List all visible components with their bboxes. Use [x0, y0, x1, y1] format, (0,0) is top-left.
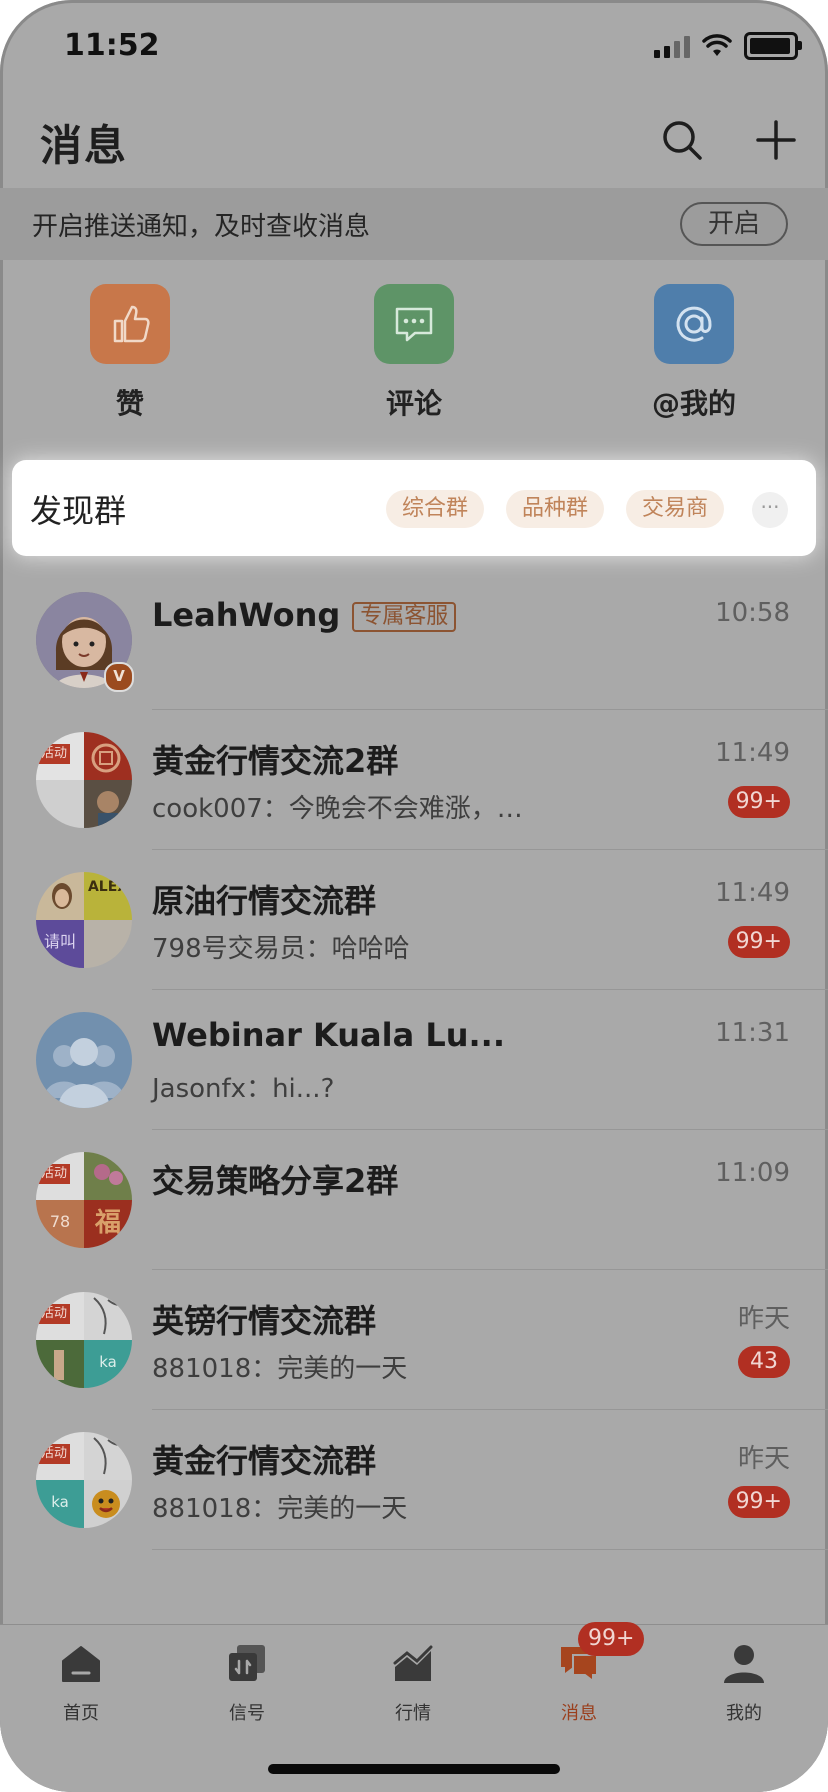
tab-market-label: 行情 [395, 1703, 431, 1724]
discover-groups-title: 发现群 [30, 492, 127, 530]
group-avatar: 活动 ka [36, 1432, 132, 1528]
group-default-avatar-icon [36, 1012, 132, 1108]
conversation-preview: 881018：完美的一天 [152, 1494, 408, 1524]
group-avatar: ALEX 请叫 [36, 872, 132, 968]
conversation-row[interactable]: Webinar Kuala Lu... Jasonfx：hi...? 11:31 [0, 990, 828, 1130]
chip-general-group[interactable]: 综合群 [386, 490, 485, 528]
profile-icon [724, 1645, 764, 1683]
tab-signal-label: 信号 [229, 1703, 265, 1724]
likes-label: 赞 [115, 387, 144, 420]
tab-signal[interactable]: 信号 [197, 1641, 297, 1725]
thumbs-up-icon [90, 284, 170, 364]
alex-label: ALEX [84, 872, 132, 920]
status-time: 11:52 [64, 28, 160, 63]
group-avatar: 活动 78 福 [36, 1152, 132, 1248]
conversation-time: 昨天 [737, 1304, 790, 1334]
conversation-time: 11:31 [715, 1018, 790, 1048]
ka-label: ka [36, 1480, 84, 1528]
conversation-row[interactable]: 活动 黄金行情交流2群 cook007：今晚会不会难涨，… 11:49 99+ [0, 710, 828, 850]
ka-label: ka [84, 1340, 132, 1388]
exclusive-service-tag: 专属客服 [352, 602, 457, 632]
activity-label: 活动 [38, 744, 71, 764]
conversation-time: 10:58 [715, 598, 790, 628]
call-label: 请叫 [36, 920, 84, 968]
group-avatar: 活动 ka [36, 1292, 132, 1388]
conversation-name: 黄金行情交流群 [152, 1442, 377, 1480]
unread-badge: 43 [738, 1346, 790, 1378]
push-notification-text: 开启推送通知，及时查收消息 [32, 212, 371, 242]
enable-push-button[interactable]: 开启 [680, 202, 788, 246]
home-indicator[interactable] [268, 1764, 560, 1774]
fortune-label: 福 [84, 1200, 132, 1248]
row-divider [152, 1549, 828, 1550]
group-avatar: 活动 [36, 732, 132, 828]
home-icon [62, 1646, 100, 1682]
chip-broker-group[interactable]: 交易商 [626, 490, 725, 528]
conversation-name: 英镑行情交流群 [152, 1302, 377, 1340]
add-icon[interactable] [754, 118, 798, 162]
phone-screen: 11:52 消息 开启推送通知，及时查收消息 开启 赞 评论 @我的 发现群 综… [0, 0, 828, 1792]
verified-badge: V [104, 662, 134, 692]
status-icons [654, 32, 802, 60]
conversation-row[interactable]: ALEX 请叫 原油行情交流群 798号交易员：哈哈哈 11:49 99+ [0, 850, 828, 990]
conversation-preview: 881018：完美的一天 [152, 1354, 408, 1384]
conversation-name: Webinar Kuala Lu... [152, 1016, 505, 1054]
unread-badge: 99+ [727, 786, 790, 818]
conversation-time: 11:49 [715, 738, 790, 768]
wifi-icon [702, 34, 732, 56]
activity-label: 活动 [38, 1304, 71, 1324]
activity-label: 活动 [38, 1444, 71, 1464]
activity-label: 活动 [38, 1164, 71, 1184]
comments-label: 评论 [385, 387, 442, 420]
tab-market[interactable]: 行情 [363, 1641, 463, 1725]
search-icon[interactable] [660, 118, 704, 162]
conversation-time: 11:49 [715, 878, 790, 908]
conversation-row[interactable]: 活动 ka 英镑行情交流群 881018：完美的一天 昨天 43 [0, 1270, 828, 1410]
conversation-name: 原油行情交流群 [152, 882, 377, 920]
conversation-preview: cook007：今晚会不会难涨，… [152, 794, 523, 824]
conversation-row[interactable]: 活动 ka 黄金行情交流群 881018：完美的一天 昨天 99+ [0, 1410, 828, 1550]
conversation-list: V LeahWong 专属客服 10:58 活动 黄金行情交流2群 cook007… [0, 570, 828, 1550]
messages-unread-badge: 99+ [578, 1622, 645, 1656]
conversation-time: 昨天 [737, 1444, 790, 1474]
likes-shortcut[interactable]: 赞 [75, 284, 185, 422]
tab-profile[interactable]: 我的 [694, 1641, 794, 1725]
unread-badge: 99+ [727, 1486, 790, 1518]
chart-icon [393, 1645, 433, 1681]
unread-badge: 99+ [727, 926, 790, 958]
cellular-signal-icon [654, 34, 690, 58]
discover-groups-card[interactable]: 发现群 综合群 品种群 交易商 ··· [12, 460, 816, 556]
conversation-preview: Jasonfx：hi...? [152, 1074, 335, 1104]
chat-bubble-icon [374, 284, 454, 364]
at-sign-icon [654, 284, 734, 364]
comments-shortcut[interactable]: 评论 [359, 284, 469, 422]
conversation-name: 黄金行情交流2群 [152, 742, 399, 780]
conversation-name-text: LeahWong [152, 596, 341, 634]
chip-product-group[interactable]: 品种群 [506, 490, 605, 528]
conversation-name: 交易策略分享2群 [152, 1162, 399, 1200]
conversation-row[interactable]: V LeahWong 专属客服 10:58 [0, 570, 828, 710]
conversation-row[interactable]: 活动 78 福 交易策略分享2群 11:09 [0, 1130, 828, 1270]
more-groups-button[interactable]: ··· [752, 492, 788, 528]
page-title: 消息 [40, 121, 129, 170]
signal-icon [229, 1645, 265, 1681]
tab-home[interactable]: 首页 [31, 1641, 131, 1725]
conversation-name: LeahWong 专属客服 [152, 596, 457, 634]
mentions-shortcut[interactable]: @我的 [639, 284, 749, 422]
push-notification-bar: 开启推送通知，及时查收消息 开启 [0, 188, 828, 260]
number-label: 78 [36, 1200, 84, 1248]
mentions-label: @我的 [651, 387, 736, 420]
tab-messages-label: 消息 [561, 1703, 597, 1724]
tab-home-label: 首页 [63, 1703, 99, 1724]
conversation-preview: 798号交易员：哈哈哈 [152, 934, 410, 964]
conversation-time: 11:09 [715, 1158, 790, 1188]
battery-icon [744, 32, 802, 60]
tab-profile-label: 我的 [726, 1703, 762, 1724]
